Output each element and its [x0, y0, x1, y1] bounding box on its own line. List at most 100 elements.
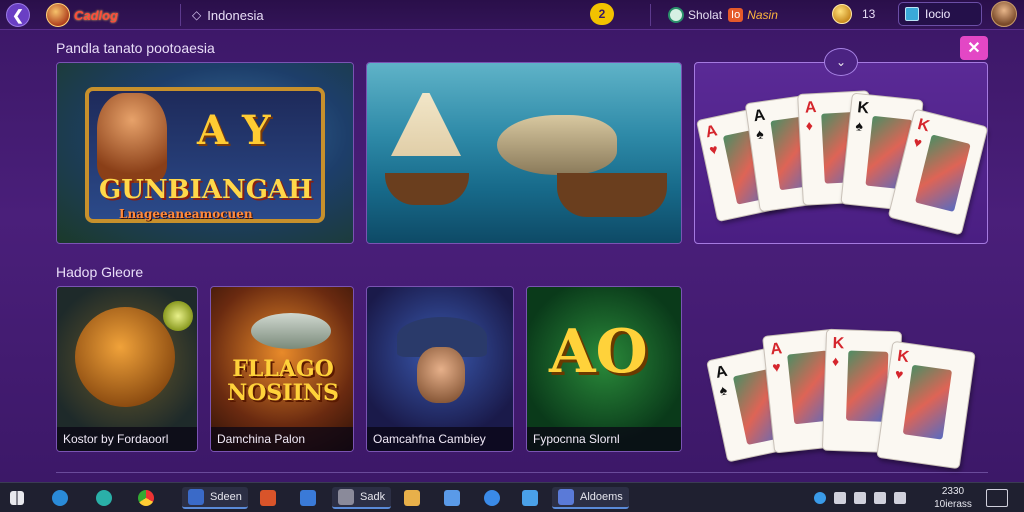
popular-section-title: Hadop Gleore — [56, 264, 144, 280]
back-button[interactable]: ❮ — [6, 3, 30, 27]
divider — [180, 4, 181, 26]
avatar[interactable] — [991, 1, 1017, 27]
taskbar-app-label: Sadk — [360, 491, 386, 503]
taskbar-store[interactable] — [522, 487, 538, 509]
card-rank: K — [856, 99, 870, 118]
network-icon[interactable] — [814, 492, 826, 504]
game-caption: Kostor by Fordaoorl — [57, 427, 197, 451]
card-suit-icon: ♦ — [805, 117, 814, 134]
card-face-art — [914, 134, 971, 213]
logo-text: Cadlog — [74, 7, 119, 23]
game-title: GUNBIANGAH — [99, 175, 313, 205]
taskbar-photos[interactable] — [300, 487, 316, 509]
status-label: Sholat — [688, 8, 723, 22]
region-label: Indonesia — [207, 7, 264, 23]
card-suit-icon: ♠ — [754, 125, 765, 143]
status-badge: Io — [728, 8, 744, 22]
taskbar-app-label: Sdeen — [210, 491, 242, 503]
wallet-icon — [905, 7, 919, 21]
close-icon: ✕ — [967, 40, 981, 57]
card-rank: K — [896, 347, 911, 367]
edge-icon — [96, 490, 112, 506]
prayer-status[interactable]: Sholat Io Nasin — [668, 4, 778, 26]
taskbar-app[interactable]: Sdeen — [182, 487, 248, 509]
status-icon — [668, 7, 684, 23]
location-pin-icon: ◇ — [192, 8, 202, 22]
card-rank: A — [704, 122, 719, 142]
card-rank: K — [832, 334, 845, 353]
logo-mark-icon — [46, 3, 70, 27]
game-art-title: FLLAGO NOSIINS — [227, 356, 339, 406]
featured-game-tile[interactable] — [366, 62, 682, 244]
featured-game-tile[interactable]: A Y GUNBIANGAH Lnageeaneamocuen — [56, 62, 354, 244]
card-rank: A — [714, 362, 729, 382]
card-suit-icon: ♥ — [707, 140, 720, 159]
tray-app-icon[interactable] — [834, 492, 846, 504]
taskbar-clock[interactable]: 2330 10ierass — [930, 485, 976, 511]
taskbar-folder[interactable] — [404, 487, 420, 509]
battery-icon[interactable] — [874, 492, 886, 504]
browser-e-icon — [52, 490, 68, 506]
top-bar: ❮ Cadlog ◇ Indonesia 2 Sholat Io Nasin 1… — [0, 0, 1024, 30]
card-suit-icon: ♥ — [771, 358, 782, 376]
clock-date: 10ierass — [934, 499, 972, 510]
app-icon — [188, 489, 204, 505]
taskbar-edge[interactable] — [96, 487, 112, 509]
action-center-icon[interactable] — [986, 489, 1008, 507]
game-tile[interactable]: AO Fypocnna Slornl — [526, 286, 682, 452]
game-tile[interactable]: Oamcahfna Cambiey — [366, 286, 514, 452]
close-button[interactable]: ✕ — [960, 36, 988, 60]
chevron-up-icon: ⌄ — [835, 55, 847, 69]
playing-card[interactable]: K ♥ — [876, 340, 976, 470]
coin-icon — [832, 4, 852, 24]
clock-time: 2330 — [941, 486, 965, 497]
app-icon — [338, 489, 354, 505]
card-rank: K — [915, 115, 932, 136]
office-icon — [260, 490, 276, 506]
game-tile[interactable]: Kostor by Fordaoorl — [56, 286, 198, 452]
fish-figure — [251, 313, 331, 349]
card-rank: A — [752, 106, 767, 126]
game-title-letters: A Y — [197, 107, 271, 154]
scroll-up-button[interactable]: ⌄ — [824, 48, 858, 76]
os-taskbar: Sdeen Sadk Aldoems 2330 10ierass — [0, 482, 1024, 512]
coin-amount: 13 — [862, 7, 876, 21]
taskbar-office[interactable] — [260, 487, 276, 509]
notification-badge[interactable]: 2 — [590, 3, 614, 25]
brand-logo[interactable]: Cadlog — [46, 2, 118, 28]
taskbar-chrome[interactable] — [138, 487, 154, 509]
game-tile[interactable]: FLLAGO NOSIINS Damchina Palon — [210, 286, 354, 452]
taskbar-app[interactable]: Sadk — [332, 487, 392, 509]
card-face-art — [902, 364, 953, 440]
card-suit-icon: ♦ — [831, 352, 840, 370]
taskbar-app[interactable]: Aldoems — [552, 487, 629, 509]
ship-hull — [557, 173, 667, 217]
language-icon[interactable] — [894, 492, 906, 504]
divider — [56, 472, 988, 473]
taskbar-app-label: Aldoems — [580, 491, 623, 503]
taskbar-globe[interactable] — [484, 487, 500, 509]
globe-icon — [484, 490, 500, 506]
game-caption: Fypocnna Slornl — [527, 427, 681, 451]
featured-section-title: Pandla tanato pootoaesia — [56, 40, 215, 56]
card-suit-icon: ♥ — [911, 133, 924, 151]
taskbar-mail[interactable] — [444, 487, 460, 509]
volume-icon[interactable] — [854, 492, 866, 504]
card-rank: A — [769, 340, 783, 359]
fish-figure — [497, 115, 617, 175]
mail-icon — [444, 490, 460, 506]
store-icon — [522, 490, 538, 506]
monster-character — [75, 307, 175, 407]
arrow-left-icon: ❮ — [12, 6, 24, 23]
account-button[interactable]: Iocio — [898, 2, 982, 26]
taskbar-ie[interactable] — [52, 487, 68, 509]
card-suit-icon: ♠ — [854, 117, 864, 134]
card-suit-icon: ♥ — [893, 365, 905, 383]
photos-icon — [300, 490, 316, 506]
coin-orb — [163, 301, 193, 331]
pirate-character — [97, 93, 167, 183]
region-selector[interactable]: ◇ Indonesia — [192, 5, 264, 25]
game-subtitle: Lnageeaneamocuen — [119, 207, 253, 221]
coin-balance[interactable]: 13 — [832, 3, 875, 25]
start-button[interactable] — [10, 487, 24, 509]
